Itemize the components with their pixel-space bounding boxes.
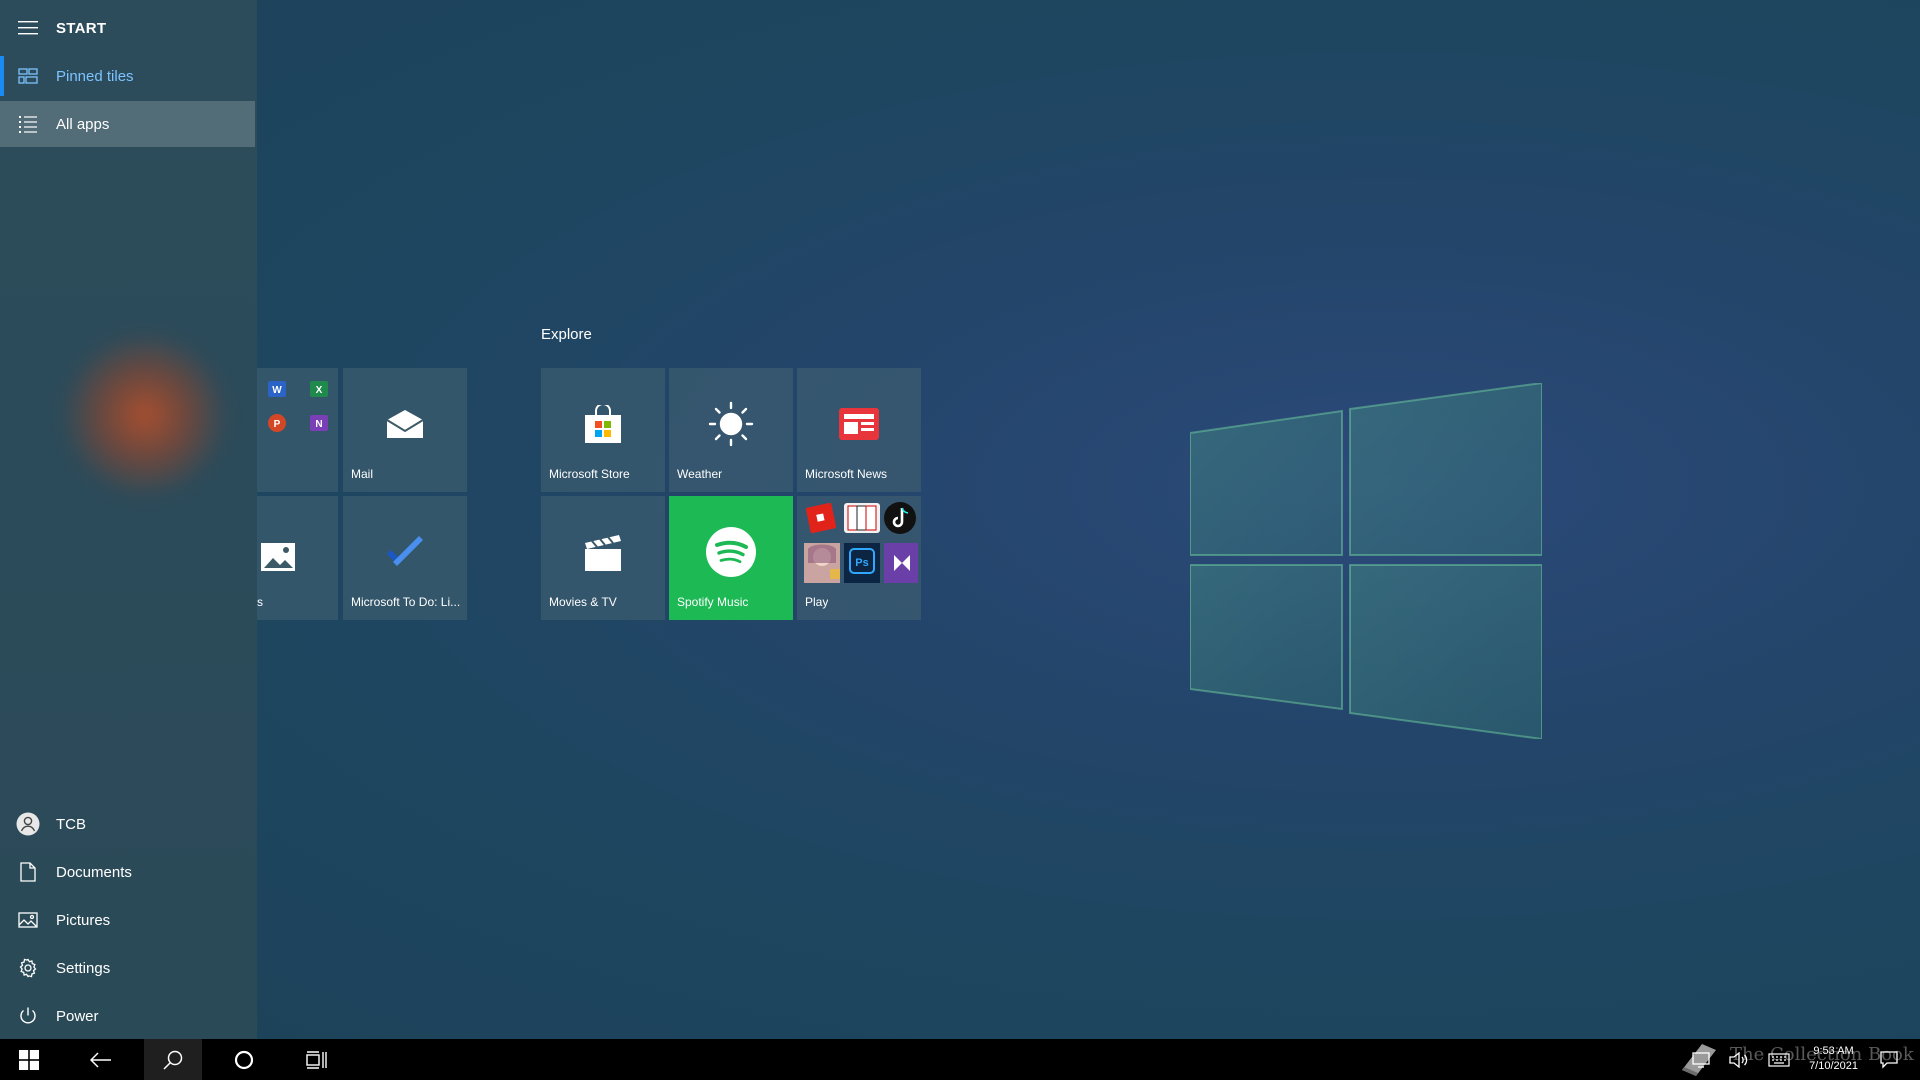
list-icon <box>0 115 56 133</box>
tile-microsoft-news-label: Microsoft News <box>805 467 888 481</box>
nav-documents[interactable]: Documents <box>0 849 255 895</box>
windows-icon <box>19 1049 39 1070</box>
tile-spotify-music[interactable]: Spotify Music <box>669 496 793 620</box>
play-apps-icon: Ps <box>802 499 918 585</box>
tile-movies-tv-label: Movies & TV <box>549 595 617 609</box>
nav-pictures-label: Pictures <box>56 911 111 929</box>
task-view-button[interactable] <box>287 1039 345 1080</box>
search-button[interactable] <box>144 1039 202 1080</box>
svg-text:Ps: Ps <box>855 557 868 569</box>
nav-settings[interactable]: Settings <box>0 945 255 991</box>
nav-all-apps[interactable]: All apps <box>0 101 255 147</box>
tablet-mode-icon[interactable] <box>1692 1039 1710 1080</box>
hamburger-icon <box>0 21 56 35</box>
gear-icon <box>0 958 56 978</box>
svg-text:N: N <box>315 419 322 430</box>
svg-text:P: P <box>274 419 281 430</box>
pictures-icon <box>0 912 56 928</box>
user-icon <box>0 812 56 836</box>
nav-pinned-tiles-label: Pinned tiles <box>56 67 134 85</box>
desktop-windows-logo <box>1190 383 1542 739</box>
nav-pictures[interactable]: Pictures <box>0 897 255 943</box>
tile-weather-label: Weather <box>677 467 723 481</box>
nav-settings-label: Settings <box>56 959 111 977</box>
nav-documents-label: Documents <box>56 863 132 881</box>
nav-all-apps-label: All apps <box>56 115 110 133</box>
task-view-icon <box>306 1050 327 1069</box>
office-apps-icon: W X P N <box>266 377 330 437</box>
watermark-text: The Collection Book <box>1730 1044 1914 1065</box>
search-icon <box>163 1050 183 1070</box>
tile-movies-tv[interactable]: Movies & TV <box>541 496 665 620</box>
start-button[interactable] <box>0 1039 58 1080</box>
tile-photos-label: s <box>257 595 263 609</box>
tiles-icon <box>0 68 56 84</box>
nav-user[interactable]: TCB <box>0 801 255 847</box>
tile-microsoft-todo-label: Microsoft To Do: Li... <box>351 595 461 609</box>
background-glow <box>60 330 230 500</box>
tile-photos[interactable]: s <box>257 496 338 620</box>
nav-power[interactable]: Power <box>0 993 255 1039</box>
svg-text:W: W <box>272 385 282 396</box>
tile-mail-label: Mail <box>351 467 374 481</box>
tile-mail[interactable]: Mail <box>343 368 467 492</box>
back-arrow-icon <box>90 1051 111 1068</box>
tile-microsoft-store-label: Microsoft Store <box>549 467 630 481</box>
user-name: TCB <box>56 815 86 833</box>
start-sidebar: START Pinned tiles All apps TCB Document… <box>0 0 257 1039</box>
start-menu-toggle[interactable]: START <box>0 5 255 51</box>
back-button[interactable] <box>72 1039 130 1080</box>
cortana-button[interactable] <box>215 1039 273 1080</box>
photos-icon <box>260 542 296 577</box>
nav-pinned-tiles[interactable]: Pinned tiles <box>0 53 255 99</box>
tile-microsoft-news[interactable]: Microsoft News <box>797 368 921 492</box>
document-icon <box>0 862 56 882</box>
nav-power-label: Power <box>56 1007 99 1025</box>
tile-office[interactable]: W X P N <box>257 368 338 492</box>
power-icon <box>0 1006 56 1026</box>
tile-play-folder-label: Play <box>805 595 829 609</box>
cortana-icon <box>234 1050 254 1069</box>
svg-text:X: X <box>316 385 323 396</box>
start-title: START <box>56 19 107 37</box>
tile-play-folder[interactable]: Ps Play <box>797 496 921 620</box>
tile-weather[interactable]: Weather <box>669 368 793 492</box>
tile-spotify-music-label: Spotify Music <box>677 595 749 609</box>
tile-microsoft-todo[interactable]: Microsoft To Do: Li... <box>343 496 467 620</box>
tile-group-title[interactable]: Explore <box>541 326 592 343</box>
taskbar: 9:53 AM 7/10/2021 <box>0 1039 1920 1080</box>
tile-microsoft-store[interactable]: Microsoft Store <box>541 368 665 492</box>
